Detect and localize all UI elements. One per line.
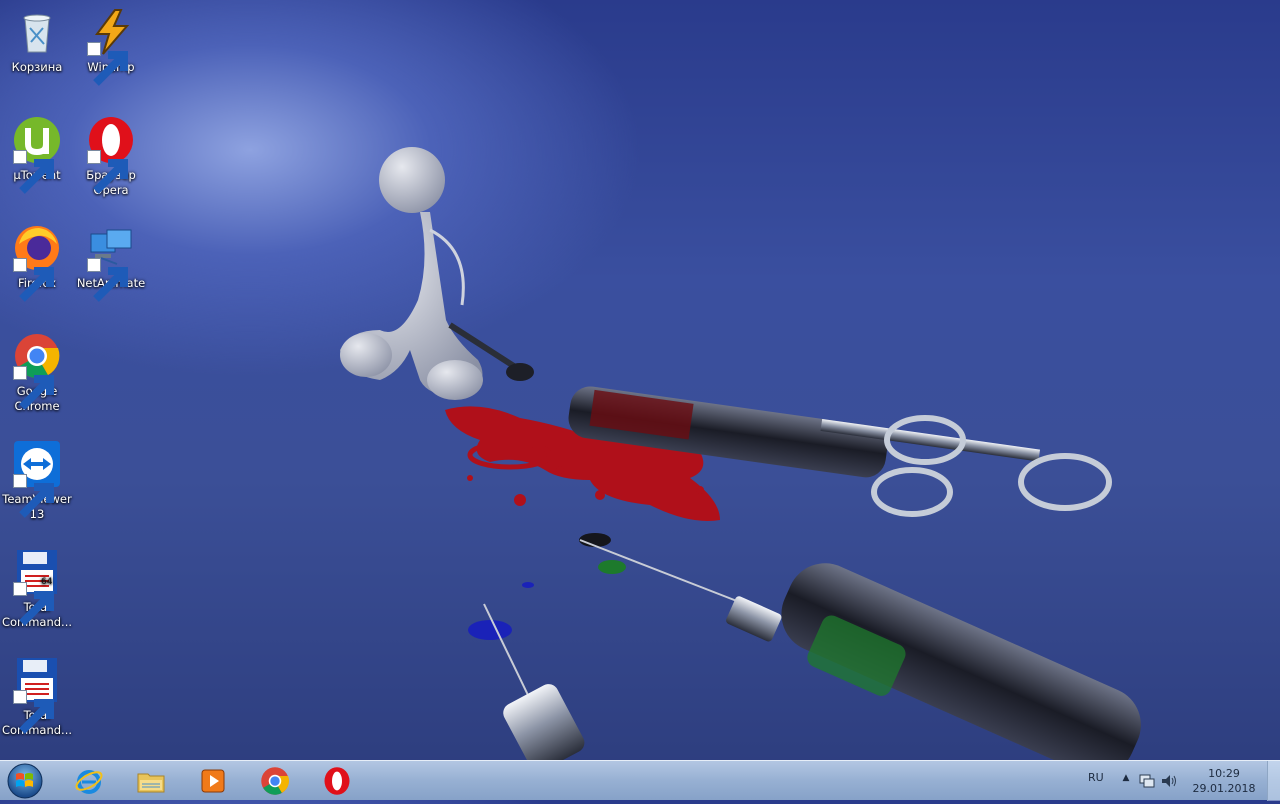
netanimate-icon xyxy=(87,224,135,302)
show-hidden-icons-button[interactable]: ▲ xyxy=(1120,773,1132,787)
desktop-icon-total-commander[interactable]: Total Command... xyxy=(0,650,74,738)
start-button[interactable] xyxy=(4,762,46,800)
figure-illustration xyxy=(340,147,534,400)
shortcut-arrow-icon xyxy=(87,150,128,194)
desktop-icon-recycle-bin[interactable]: Корзина xyxy=(0,2,74,75)
syringe-green xyxy=(579,539,1141,760)
shortcut-arrow-icon xyxy=(13,150,54,194)
total-commander-icon xyxy=(13,656,61,734)
desktop-icon-total-commander-64[interactable]: 64 Total Command... xyxy=(0,542,74,630)
shortcut-arrow-icon xyxy=(13,582,54,626)
shortcut-arrow-icon xyxy=(87,258,128,302)
desktop-icon-label: Корзина xyxy=(11,60,63,74)
teamviewer-icon xyxy=(13,440,61,518)
green-drop xyxy=(598,560,626,574)
desktop-icon-opera[interactable]: Браузер Opera xyxy=(74,110,148,198)
network-icon[interactable] xyxy=(1138,772,1156,790)
shortcut-arrow-icon xyxy=(13,690,54,734)
desktop-icon-firefox[interactable]: Firefox xyxy=(0,218,74,302)
total-commander-64-icon: 64 xyxy=(13,548,61,626)
clock-time: 10:29 xyxy=(1208,767,1240,780)
utorrent-icon xyxy=(13,116,61,194)
clock-date: 29.01.2018 xyxy=(1192,782,1256,795)
media-player-icon xyxy=(201,769,225,793)
chrome-icon xyxy=(261,767,289,795)
chrome-icon xyxy=(13,332,61,410)
desktop-icon-teamviewer[interactable]: TeamViewer 13 xyxy=(0,434,74,522)
windows-logo-icon xyxy=(7,763,43,799)
taskbar-media-player[interactable] xyxy=(186,763,240,799)
recycle-bin-icon xyxy=(13,8,61,56)
taskbar-chrome[interactable] xyxy=(248,763,302,799)
clock[interactable]: 10:29 29.01.2018 xyxy=(1184,766,1264,796)
taskbar-file-explorer[interactable] xyxy=(124,763,178,799)
show-desktop-button[interactable] xyxy=(1267,761,1280,801)
desktop-icon-utorrent[interactable]: µTorrent xyxy=(0,110,74,194)
shortcut-arrow-icon xyxy=(13,258,54,302)
desktop-icon-chrome[interactable]: Google Chrome xyxy=(0,326,74,414)
taskbar-opera[interactable] xyxy=(310,763,364,799)
taskbar: RU ▲ 10:29 29.01.2018 xyxy=(0,760,1280,801)
wallpaper xyxy=(340,147,1141,760)
file-explorer-icon xyxy=(137,773,165,793)
firefox-icon xyxy=(13,224,61,302)
shortcut-arrow-icon xyxy=(13,366,54,410)
desktop-icon-winamp[interactable]: Winamp xyxy=(74,2,148,86)
opera-icon xyxy=(324,767,350,795)
winamp-icon xyxy=(87,8,135,86)
volume-icon[interactable] xyxy=(1160,772,1178,790)
system-tray: RU ▲ 10:29 29.01.2018 xyxy=(1080,761,1280,801)
blue-drop xyxy=(468,620,512,640)
taskbar-internet-explorer[interactable] xyxy=(62,763,116,799)
shortcut-arrow-icon xyxy=(87,42,128,86)
language-indicator[interactable]: RU xyxy=(1088,771,1104,784)
desktop-icon-netanimate[interactable]: NetAnimate xyxy=(74,218,148,302)
opera-icon xyxy=(87,116,135,194)
shortcut-arrow-icon xyxy=(13,474,54,518)
internet-explorer-icon xyxy=(75,770,103,794)
